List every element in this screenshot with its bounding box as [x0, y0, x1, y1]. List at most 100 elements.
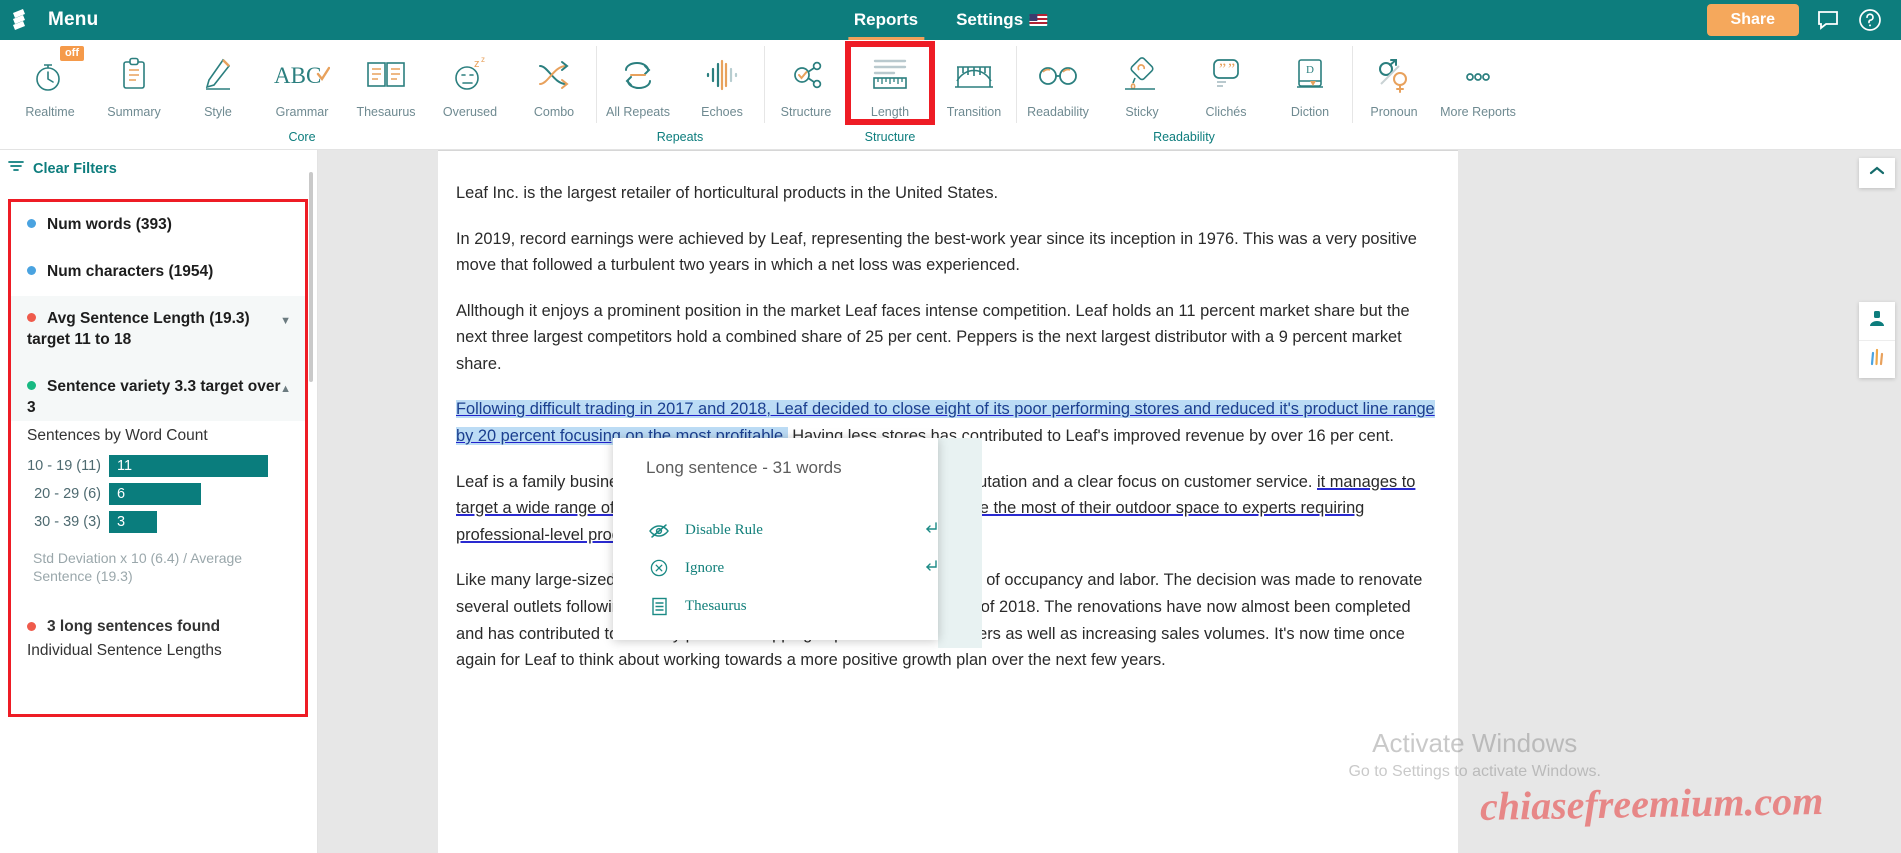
ribbon-button-style[interactable]: Style — [176, 44, 260, 119]
ribbon-button-realtime[interactable]: off Realtime — [8, 44, 92, 119]
ribbon-label-diction: Diction — [1290, 105, 1330, 119]
ribbon-button-summary[interactable]: Summary — [92, 44, 176, 119]
ribbon-label-summary: Summary — [107, 105, 161, 119]
ribbon-button-more-reports[interactable]: More Reports — [1436, 44, 1520, 119]
ribbon-button-combo[interactable]: Combo — [512, 44, 596, 119]
svg-text:”: ” — [1228, 61, 1235, 78]
share-button[interactable]: Share — [1706, 4, 1799, 36]
document-page[interactable]: Leaf Inc. is the largest retailer of hor… — [438, 150, 1458, 853]
ellipsis-icon — [1458, 54, 1498, 96]
open-book-icon — [364, 54, 408, 96]
return-arrow-icon — [923, 521, 939, 540]
ribbon-label-cliches: Clichés — [1205, 105, 1247, 119]
tab-settings[interactable]: Settings — [950, 0, 1053, 40]
question-circle-icon[interactable] — [1857, 7, 1883, 33]
report-ribbon: off Realtime Summary Style ABC Grammar T… — [0, 40, 1901, 150]
ribbon-button-length[interactable]: Length — [845, 41, 935, 125]
metric-num-words[interactable]: Num words (393) — [11, 202, 305, 249]
metric-dot — [27, 621, 36, 631]
waveform-icon — [702, 54, 742, 96]
ribbon-button-grammar[interactable]: ABC Grammar — [260, 44, 344, 119]
repeat-arrows-icon — [619, 54, 657, 96]
metric-long-sentences[interactable]: 3 long sentences found — [11, 604, 305, 642]
realtime-off-badge: off — [59, 46, 84, 61]
menu-label[interactable]: Menu — [48, 9, 98, 31]
ribbon-button-echoes[interactable]: Echoes — [680, 44, 764, 119]
document-lines-icon — [649, 597, 669, 616]
metric-sentence-variety[interactable]: Sentence variety 3.3 target over 3 ▲ — [11, 363, 305, 421]
ribbon-group-structure: Structure Length Transition Structure — [764, 40, 1016, 149]
popup-title: Long sentence - 31 words — [646, 458, 842, 477]
metric-dot — [27, 381, 36, 391]
metric-dot — [27, 219, 36, 229]
document-top-divider — [438, 150, 1458, 151]
ribbon-button-sticky[interactable]: Sticky — [1100, 44, 1184, 119]
ribbon-button-readability[interactable]: Readability — [1016, 44, 1100, 119]
top-bar-actions: Share — [1706, 4, 1901, 36]
metric-label: Num characters (1954) — [47, 262, 214, 280]
metric-avg-sentence-length[interactable]: Avg Sentence Length (19.3) target 11 to … — [11, 295, 305, 364]
chart-category-label: 10 - 19 (11) — [27, 457, 101, 474]
quote-bubble-icon: ” ” — [1206, 54, 1246, 96]
honey-dripper-icon — [1122, 54, 1162, 96]
long-sentences-label: 3 long sentences found — [47, 618, 221, 636]
gender-symbols-icon — [1373, 54, 1415, 96]
ribbon-label-grammar: Grammar — [275, 105, 329, 119]
metric-label: Sentence variety 3.3 target over 3 — [27, 377, 281, 416]
chart-annotation: Std Deviation x 10 (6.4) / Average Sente… — [33, 549, 243, 585]
chevron-up-icon — [1868, 164, 1886, 182]
popup-item-label: Disable Rule — [685, 522, 763, 538]
clipboard-icon — [117, 54, 151, 96]
ribbon-button-all-repeats[interactable]: All Repeats — [596, 44, 680, 119]
dictionary-book-icon: D — [1291, 54, 1329, 96]
main-body: Clear Filters Num words (393) Num charac… — [0, 150, 1901, 853]
popup-item-disable-rule[interactable]: Disable Rule — [613, 512, 938, 549]
top-bar: Menu Reports Settings Share — [0, 0, 1901, 40]
metrics-highlight-box: Num words (393) Num characters (1954) Av… — [8, 199, 308, 717]
clear-filters-row[interactable]: Clear Filters — [0, 150, 317, 186]
popup-item-ignore[interactable]: Ignore — [613, 549, 938, 587]
book-stack-icon — [12, 8, 38, 32]
collapse-panel-button[interactable] — [1859, 158, 1895, 188]
svg-text:z: z — [481, 56, 485, 64]
chat-bubble-icon[interactable] — [1815, 7, 1841, 33]
metric-num-characters[interactable]: Num characters (1954) — [11, 249, 305, 296]
svg-text:ABC: ABC — [274, 63, 321, 88]
shuffle-arrows-icon — [534, 54, 574, 96]
application-window: Menu Reports Settings Share off Realtime… — [0, 0, 1901, 853]
chart-bar-row: 20 - 29 (6) 6 — [25, 482, 291, 505]
sidebar-scrollbar[interactable] — [309, 172, 313, 382]
chart-bar: 11 — [109, 454, 268, 477]
ribbon-button-structure[interactable]: Structure — [764, 44, 848, 119]
chart-bar-row: 10 - 19 (11) 11 — [25, 454, 291, 477]
ribbon-button-cliches[interactable]: ” ” Clichés — [1184, 44, 1268, 119]
ribbon-group-label-readability: Readability — [1153, 130, 1215, 144]
eye-off-icon — [649, 523, 669, 539]
document-left-gutter — [318, 150, 438, 853]
side-widget-stats[interactable] — [1859, 340, 1895, 378]
x-circle-icon — [649, 559, 669, 577]
chart-bar-row: 30 - 39 (3) 3 — [25, 510, 291, 533]
individual-sentence-lengths-label: Individual Sentence Lengths — [27, 642, 222, 660]
ribbon-button-thesaurus[interactable]: Thesaurus — [344, 44, 428, 119]
document-area: Leaf Inc. is the largest retailer of hor… — [318, 150, 1901, 853]
chevron-up-icon[interactable]: ▲ — [280, 382, 291, 397]
ribbon-button-overused[interactable]: z z Overused — [428, 44, 512, 119]
ribbon-button-transition[interactable]: Transition — [932, 44, 1016, 119]
clear-filters-label[interactable]: Clear Filters — [33, 161, 117, 177]
popup-menu: Disable Rule Ignore Thesaurus — [613, 478, 938, 640]
tab-reports-label: Reports — [853, 10, 919, 29]
ribbon-label-length: Length — [870, 105, 910, 119]
ribbon-button-pronoun[interactable]: Pronoun — [1352, 44, 1436, 119]
sleepy-face-icon: z z — [450, 54, 490, 96]
side-widget-stack — [1859, 302, 1895, 378]
side-widget-profile[interactable] — [1859, 302, 1895, 340]
brand-logo-area[interactable]: Menu — [0, 8, 98, 32]
ribbon-button-diction[interactable]: D Diction — [1268, 44, 1352, 119]
top-navigation: Reports Settings — [847, 0, 1053, 40]
svg-text:D: D — [1306, 64, 1314, 76]
metrics-sidebar: Clear Filters Num words (393) Num charac… — [0, 150, 318, 853]
tab-reports[interactable]: Reports — [847, 0, 925, 40]
popup-item-thesaurus[interactable]: Thesaurus — [613, 587, 938, 626]
chevron-down-icon[interactable]: ▼ — [280, 314, 291, 329]
